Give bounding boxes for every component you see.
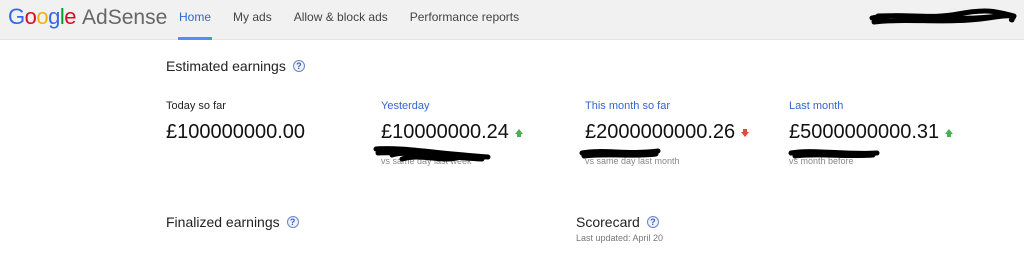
metric-value: £100000000.00 <box>166 121 366 144</box>
scorecard-title: Scorecard <box>576 214 640 230</box>
finalized-earnings-title: Finalized earnings <box>166 214 280 230</box>
metric-label-link[interactable]: Yesterday <box>381 100 581 114</box>
nav-my-ads[interactable]: My ads <box>222 0 283 40</box>
metric-today: Today so far £100000000.00 <box>166 100 366 144</box>
help-icon[interactable]: ? <box>292 60 305 72</box>
logo-product-name: AdSense <box>82 6 168 29</box>
yesterday-change-redaction <box>373 146 491 162</box>
metric-amount: £100000000.00 <box>166 121 306 143</box>
metric-label-link[interactable]: Last month <box>789 100 989 114</box>
metric-amount: £5000000000.31 <box>789 121 940 143</box>
google-adsense-logo[interactable]: Google AdSense <box>8 4 167 34</box>
trend-up-icon <box>945 129 954 137</box>
metric-label-link[interactable]: This month so far <box>585 100 785 114</box>
account-name-redaction <box>869 8 1017 25</box>
metric-amount: £10000000.24 <box>381 121 509 143</box>
help-icon[interactable]: ? <box>286 216 299 228</box>
metric-amount: £2000000000.26 <box>585 121 736 143</box>
estimated-earnings-heading: Estimated earnings ? <box>166 58 305 74</box>
scorecard-heading: Scorecard ? <box>576 214 659 230</box>
main-nav: Home My ads Allow & block ads Performanc… <box>168 0 530 40</box>
metric-value: £10000000.24 <box>381 121 581 144</box>
google-wordmark: Google <box>8 4 77 29</box>
metric-value: £5000000000.31 <box>789 121 989 144</box>
estimated-earnings-title: Estimated earnings <box>166 58 286 74</box>
scorecard-last-updated: Last updated: April 20 <box>576 233 664 243</box>
last-month-change-redaction <box>788 149 880 159</box>
metric-label: Today so far <box>166 100 226 112</box>
metric-value: £2000000000.26 <box>585 121 785 144</box>
trend-down-icon <box>741 129 750 137</box>
nav-performance-reports[interactable]: Performance reports <box>399 0 530 40</box>
month-change-redaction <box>579 148 661 159</box>
trend-up-icon <box>514 129 523 137</box>
finalized-earnings-heading: Finalized earnings ? <box>166 214 299 230</box>
top-bar: Google AdSense Home My ads Allow & block… <box>0 0 1024 40</box>
help-icon[interactable]: ? <box>646 216 659 228</box>
nav-home[interactable]: Home <box>168 0 222 40</box>
nav-allow-block-ads[interactable]: Allow & block ads <box>283 0 399 40</box>
